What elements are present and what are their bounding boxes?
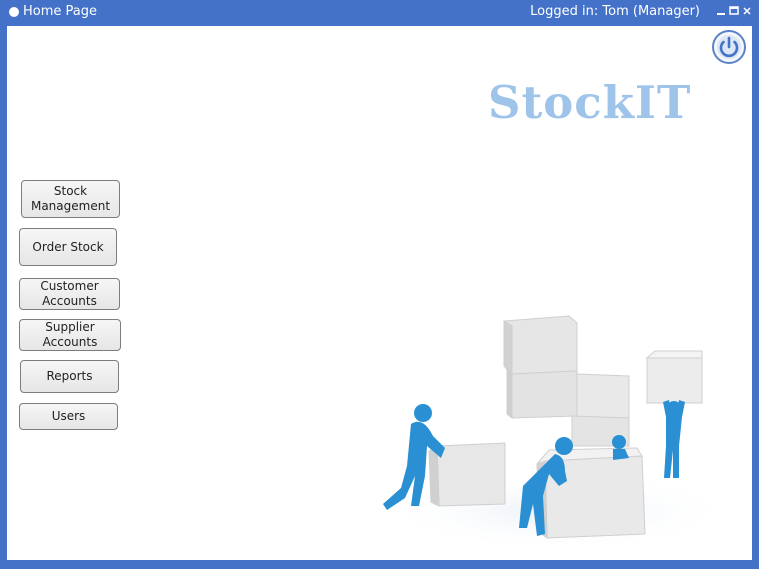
reports-button[interactable]: Reports xyxy=(20,360,119,393)
app-window: Home Page Logged in: Tom (Manager) Stock… xyxy=(0,0,759,569)
order-stock-button[interactable]: Order Stock xyxy=(19,228,117,266)
login-status: Logged in: Tom (Manager) xyxy=(530,4,700,19)
stockit-logo: StockIT xyxy=(488,76,692,129)
customer-accounts-label: Customer Accounts xyxy=(40,279,99,308)
reports-label: Reports xyxy=(46,369,93,383)
close-icon[interactable] xyxy=(742,5,752,17)
window-title: Home Page xyxy=(23,4,97,19)
users-button[interactable]: Users xyxy=(19,403,118,430)
order-stock-label: Order Stock xyxy=(32,239,104,254)
app-icon xyxy=(9,7,19,17)
home-page-content: StockIT Stock Management Order Stock Cus… xyxy=(7,26,752,560)
warehouse-illustration xyxy=(367,266,737,556)
power-icon[interactable] xyxy=(712,30,746,64)
users-label: Users xyxy=(51,409,86,423)
supplier-accounts-label: Supplier Accounts xyxy=(42,320,98,349)
stock-management-button[interactable]: Stock Management xyxy=(21,180,120,218)
stock-management-label: Stock Management xyxy=(30,184,111,213)
customer-accounts-button[interactable]: Customer Accounts xyxy=(19,278,120,310)
maximize-icon[interactable] xyxy=(729,5,739,17)
title-bar: Home Page Logged in: Tom (Manager) xyxy=(0,0,759,25)
supplier-accounts-button[interactable]: Supplier Accounts xyxy=(19,319,121,351)
minimize-icon[interactable] xyxy=(716,5,726,17)
